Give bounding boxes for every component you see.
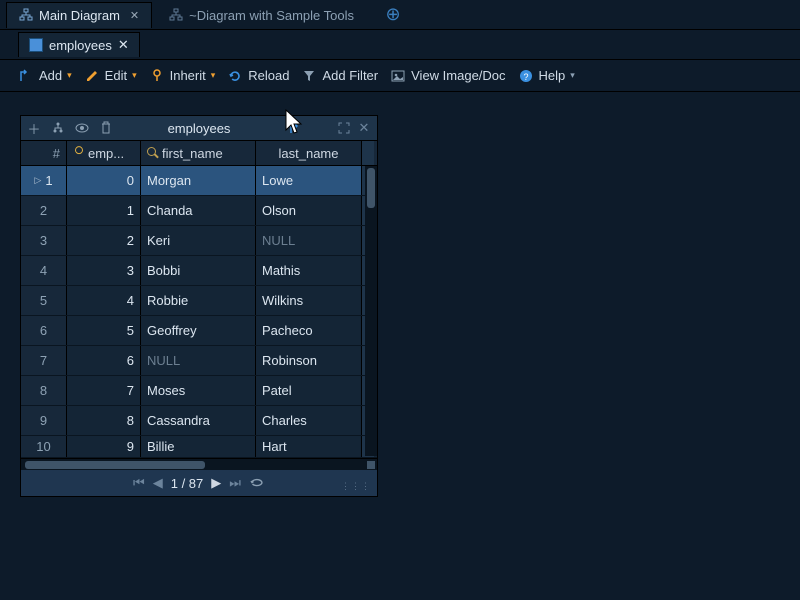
- image-icon: [390, 68, 406, 84]
- tree-icon[interactable]: [49, 119, 67, 137]
- vertical-scrollbar[interactable]: [365, 166, 377, 456]
- funnel-icon: [301, 68, 317, 84]
- add-filter-button[interactable]: Add Filter: [301, 68, 378, 84]
- magnifier-icon: [147, 147, 159, 159]
- popout-icon[interactable]: [285, 119, 303, 137]
- grid-rows: ▷10MorganLowe21ChandaOlson32KeriNULL43Bo…: [21, 166, 377, 458]
- col-first-name[interactable]: first_name: [141, 141, 256, 165]
- reload-icon: [227, 68, 243, 84]
- pager-text: 1 / 87: [171, 476, 204, 491]
- close-icon[interactable]: ✕: [130, 9, 139, 22]
- pencil-icon: [84, 68, 100, 84]
- subtab-employees[interactable]: employees ✕: [18, 32, 140, 57]
- add-arrow-icon: [18, 68, 34, 84]
- col-index[interactable]: #: [21, 141, 67, 165]
- add-row-icon[interactable]: ＋: [25, 119, 43, 137]
- resize-grip[interactable]: ⋮⋮⋮: [341, 481, 371, 492]
- tab-sample-tools[interactable]: ~Diagram with Sample Tools: [156, 2, 367, 28]
- table-row[interactable]: 98CassandraCharles: [21, 406, 377, 436]
- panel-header: ＋ employees ✕: [21, 116, 377, 140]
- table-row[interactable]: 87MosesPatel: [21, 376, 377, 406]
- table-row[interactable]: 109BillieHart: [21, 436, 377, 458]
- panel-title: employees: [168, 121, 231, 136]
- table-row[interactable]: 54RobbieWilkins: [21, 286, 377, 316]
- trash-icon[interactable]: [97, 119, 115, 137]
- inherit-button[interactable]: Inherit▾: [149, 68, 216, 84]
- subtab-label: employees: [49, 38, 112, 53]
- table-row[interactable]: 65GeoffreyPacheco: [21, 316, 377, 346]
- table-row[interactable]: 21ChandaOlson: [21, 196, 377, 226]
- tab-main-diagram[interactable]: Main Diagram ✕: [6, 2, 152, 28]
- table-icon: [29, 38, 43, 52]
- key-icon: [71, 145, 88, 162]
- grid-header: # emp... first_name last_name: [21, 140, 377, 166]
- close-panel-icon[interactable]: ✕: [355, 119, 373, 137]
- reload-button[interactable]: Reload: [227, 68, 289, 84]
- horizontal-scrollbar[interactable]: [21, 458, 377, 470]
- data-panel: ＋ employees ✕ # emp... first_name last_n…: [20, 115, 378, 497]
- top-tabbar: Main Diagram ✕ ~Diagram with Sample Tool…: [0, 0, 800, 30]
- add-tab-button[interactable]: ⊕: [381, 3, 405, 27]
- add-button[interactable]: Add▾: [18, 68, 72, 84]
- diagram-icon: [169, 8, 183, 22]
- first-page-button[interactable]: ⏮: [133, 475, 145, 491]
- col-last-name[interactable]: last_name: [256, 141, 362, 165]
- panel-footer: ⏮ ◀ 1 / 87 ▶ ⏭ ⋮⋮⋮: [21, 470, 377, 496]
- col-emp-id[interactable]: emp...: [67, 141, 141, 165]
- table-row[interactable]: 43BobbiMathis: [21, 256, 377, 286]
- diagram-icon: [19, 8, 33, 22]
- svg-text:?: ?: [523, 72, 528, 82]
- edit-button[interactable]: Edit▾: [84, 68, 137, 84]
- prev-page-button[interactable]: ◀: [153, 475, 163, 491]
- tab-label: ~Diagram with Sample Tools: [189, 8, 354, 23]
- view-image-button[interactable]: View Image/Doc: [390, 68, 505, 84]
- loop-button[interactable]: [249, 476, 265, 491]
- toolbar: Add▾ Edit▾ Inherit▾ Reload Add Filter Vi…: [0, 60, 800, 92]
- close-icon[interactable]: ✕: [118, 37, 129, 53]
- current-row-icon: ▷: [34, 175, 41, 186]
- eye-icon[interactable]: [73, 119, 91, 137]
- inherit-icon: [149, 68, 165, 84]
- table-row[interactable]: 32KeriNULL: [21, 226, 377, 256]
- help-icon: ?: [518, 68, 534, 84]
- maximize-icon[interactable]: [335, 119, 353, 137]
- last-page-button[interactable]: ⏭: [229, 475, 241, 491]
- table-row[interactable]: ▷10MorganLowe: [21, 166, 377, 196]
- help-button[interactable]: ? Help▾: [518, 68, 575, 84]
- tab-label: Main Diagram: [39, 8, 120, 23]
- sub-tabbar: employees ✕: [0, 30, 800, 60]
- next-page-button[interactable]: ▶: [211, 475, 221, 491]
- table-row[interactable]: 76NULLRobinson: [21, 346, 377, 376]
